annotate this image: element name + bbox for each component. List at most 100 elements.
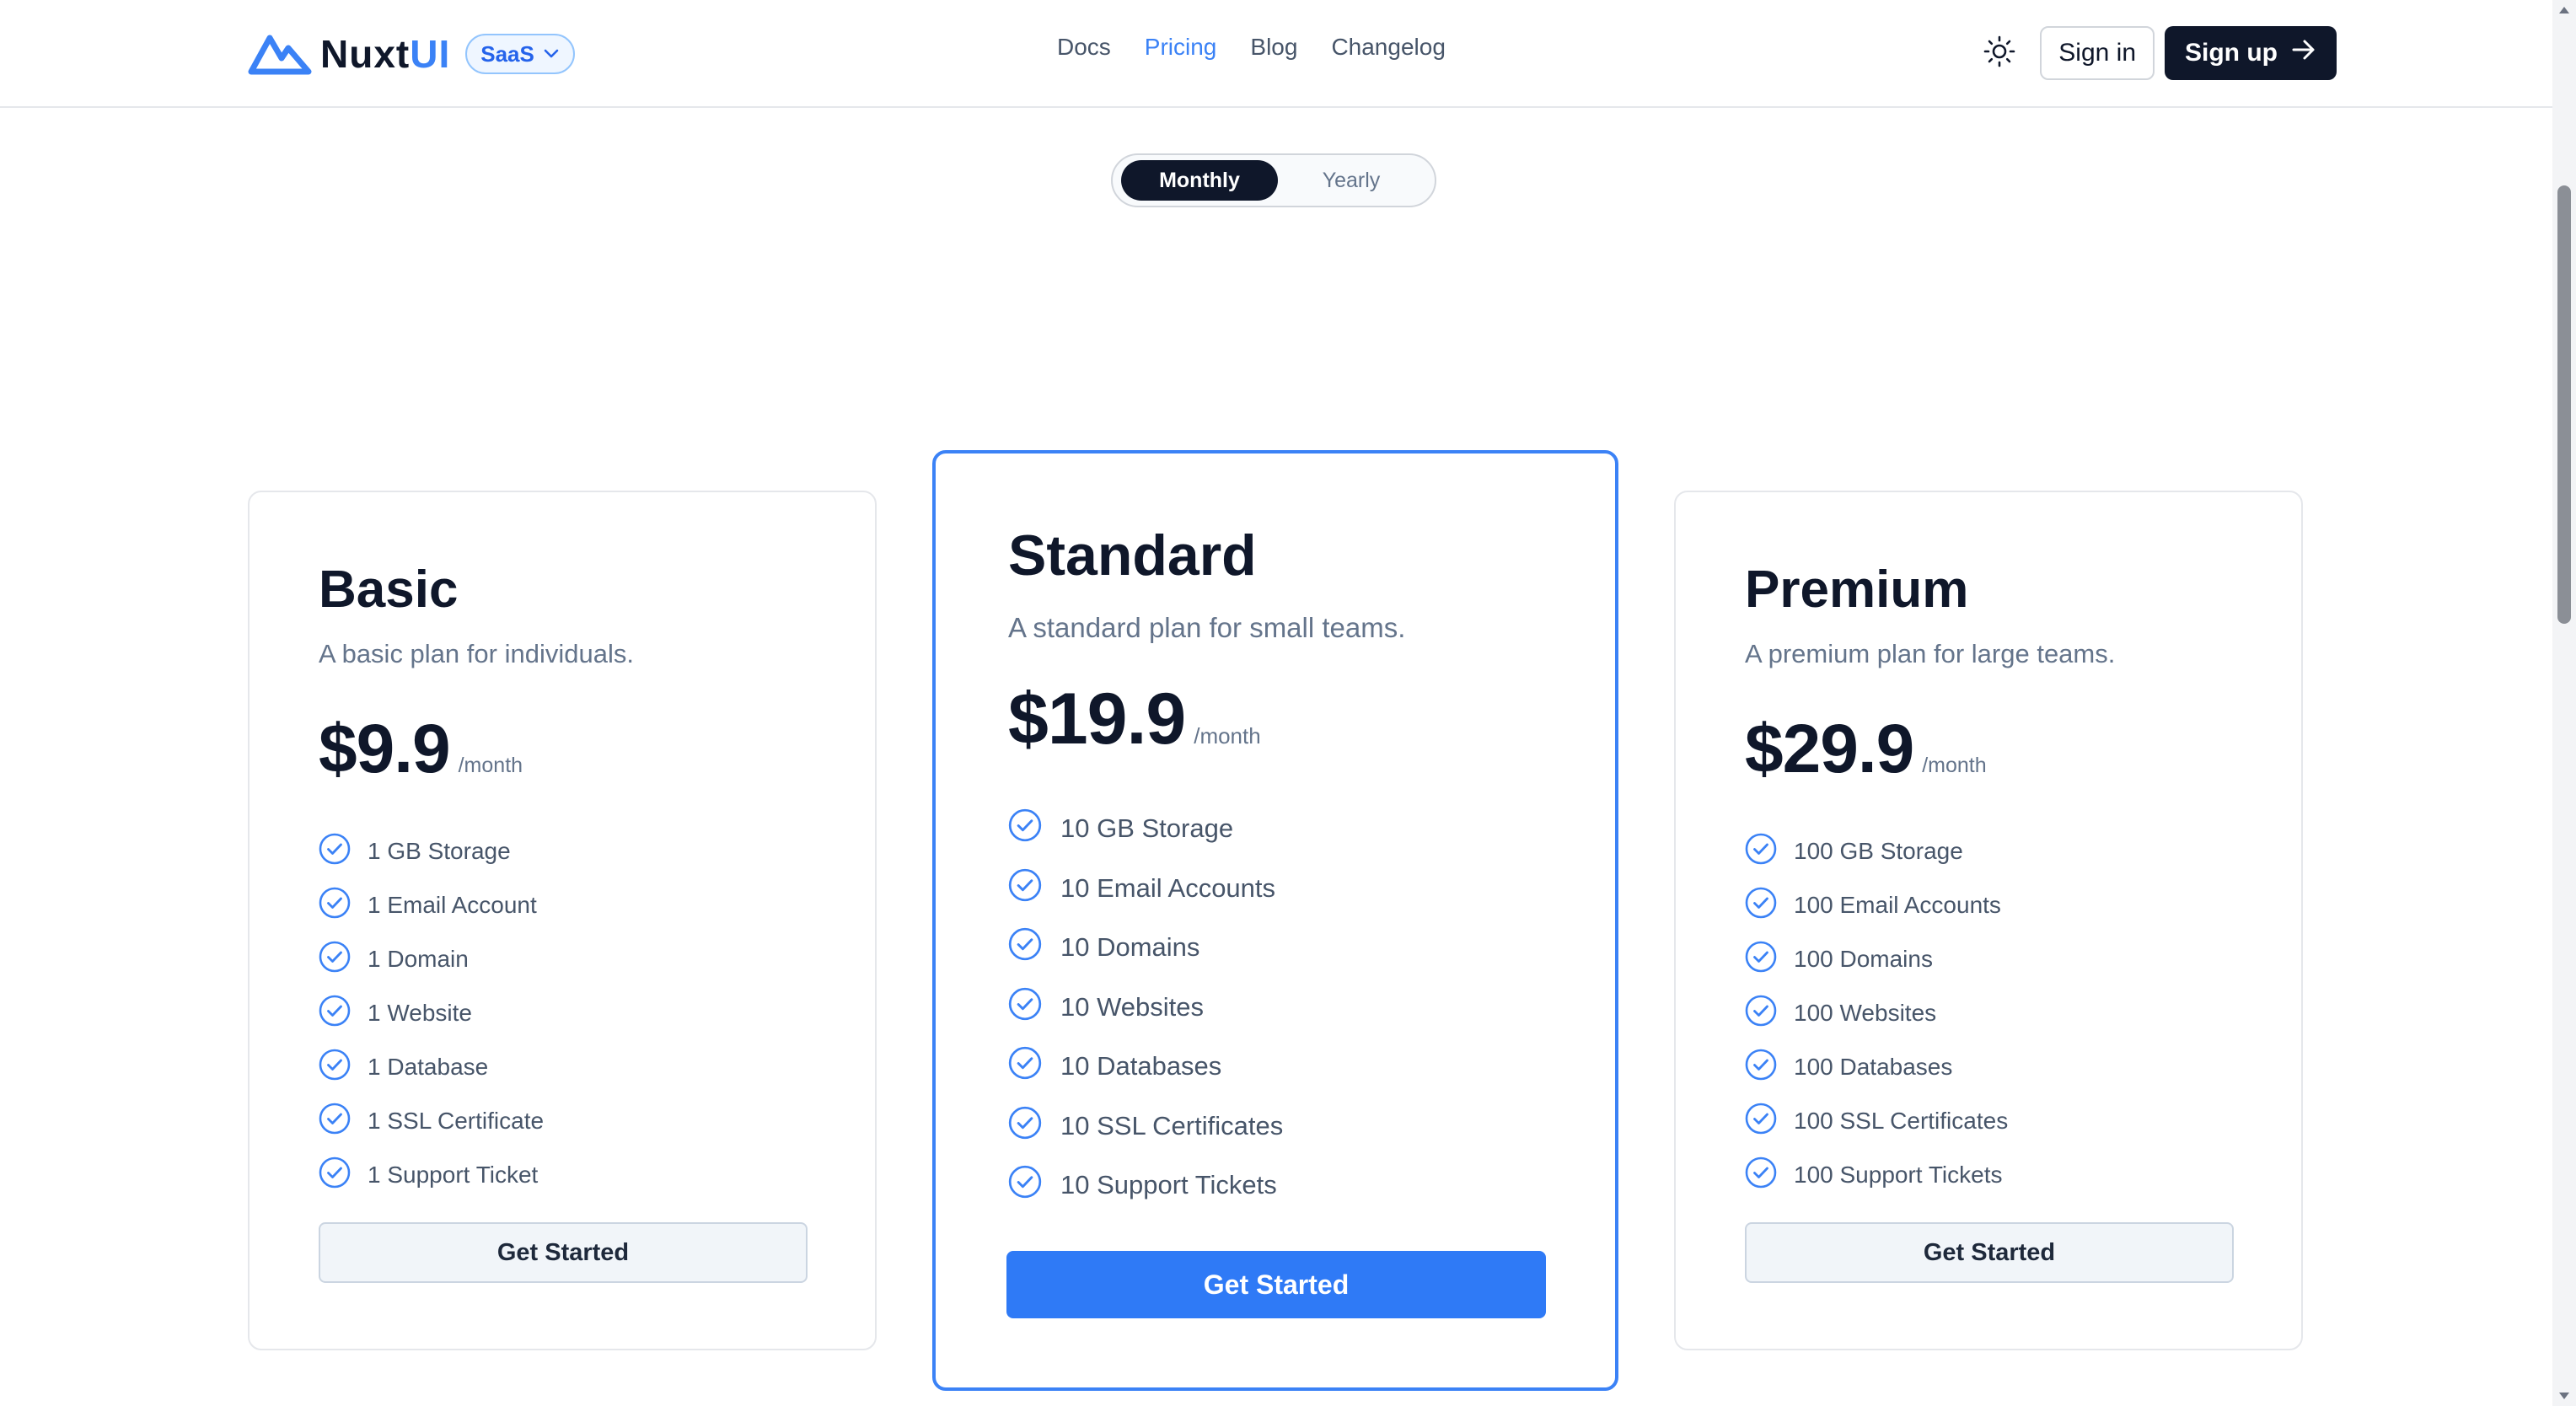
plan-price: $29.9 [1745, 711, 1914, 787]
check-circle-icon [1006, 807, 1044, 851]
feature-item: 100 Domains [1743, 932, 2008, 986]
arrow-right-icon [2291, 38, 2316, 68]
check-circle-icon [317, 1047, 352, 1088]
feature-item: 1 GB Storage [317, 824, 544, 878]
feature-item: 1 Support Ticket [317, 1148, 544, 1202]
sign-in-button[interactable]: Sign in [2040, 26, 2155, 80]
check-circle-icon [1006, 1104, 1044, 1148]
main-nav: Docs Pricing Blog Changelog [1057, 34, 1446, 61]
feature-item: 10 Websites [1006, 978, 1283, 1038]
theme-toggle-button[interactable] [1972, 26, 2026, 80]
logo-text-accent: UI [410, 32, 451, 76]
plan-name: Basic [319, 561, 459, 619]
check-circle-icon [317, 885, 352, 926]
template-badge-label: SaaS [480, 40, 534, 67]
check-circle-icon [1743, 993, 1779, 1034]
feature-label: 100 GB Storage [1794, 838, 1963, 864]
billing-option-yearly[interactable]: Yearly [1273, 160, 1430, 201]
feature-item: 10 Support Tickets [1006, 1156, 1283, 1215]
chevron-down-icon [543, 48, 560, 60]
top-navbar: NuxtUI SaaS Docs Pricing Blog Changelog [0, 0, 2552, 108]
feature-item: 100 Websites [1743, 986, 2008, 1040]
logo-mountain-icon [248, 33, 312, 75]
feature-label: 1 Email Account [368, 892, 537, 918]
check-circle-icon [1006, 1044, 1044, 1088]
header-actions: Sign in Sign up [1972, 26, 2337, 80]
template-badge[interactable]: SaaS [465, 34, 575, 74]
check-circle-icon [1743, 939, 1779, 980]
check-circle-icon [1743, 1047, 1779, 1088]
feature-label: 1 Domain [368, 946, 469, 972]
feature-label: 10 Support Tickets [1060, 1170, 1277, 1200]
pricing-page: NuxtUI SaaS Docs Pricing Blog Changelog [0, 0, 2576, 1406]
get-started-button-premium[interactable]: Get Started [1745, 1222, 2234, 1283]
check-circle-icon [1743, 885, 1779, 926]
feature-item: 100 Email Accounts [1743, 878, 2008, 932]
billing-option-monthly[interactable]: Monthly [1121, 160, 1278, 201]
get-started-button-basic[interactable]: Get Started [319, 1222, 808, 1283]
nav-link-docs[interactable]: Docs [1057, 34, 1111, 61]
feature-item: 10 Databases [1006, 1037, 1283, 1097]
logo[interactable]: NuxtUI SaaS [248, 29, 575, 79]
plan-period: /month [1194, 723, 1261, 749]
check-circle-icon [317, 831, 352, 872]
feature-label: 1 Website [368, 1000, 472, 1026]
sign-up-button[interactable]: Sign up [2165, 26, 2337, 80]
feature-label: 100 SSL Certificates [1794, 1108, 2009, 1134]
sun-icon [1983, 35, 2016, 72]
check-circle-icon [1743, 1155, 1779, 1196]
plan-price-row: $9.9 /month [319, 710, 523, 789]
feature-item: 100 SSL Certificates [1743, 1094, 2008, 1148]
page-scrollbar[interactable] [2552, 0, 2576, 1406]
plan-period: /month [1922, 754, 1987, 777]
feature-label: 10 Databases [1060, 1051, 1222, 1081]
check-circle-icon [1006, 1163, 1044, 1207]
nav-link-changelog[interactable]: Changelog [1331, 34, 1445, 61]
sign-up-label: Sign up [2185, 39, 2278, 67]
feature-item: 1 Domain [317, 932, 544, 986]
feature-label: 1 Support Ticket [368, 1162, 539, 1188]
check-circle-icon [1006, 926, 1044, 969]
feature-item: 10 GB Storage [1006, 799, 1283, 859]
billing-period-toggle: Monthly Yearly [1111, 153, 1436, 207]
feature-label: 100 Websites [1794, 1000, 1937, 1026]
sign-in-label: Sign in [2058, 39, 2137, 67]
plan-description: A basic plan for individuals. [319, 639, 634, 668]
feature-label: 100 Domains [1794, 946, 1933, 972]
get-started-button-standard[interactable]: Get Started [1006, 1251, 1546, 1318]
plan-price: $19.9 [1008, 679, 1186, 759]
plan-price-row: $29.9 /month [1745, 710, 1987, 789]
plan-description: A standard plan for small teams. [1008, 612, 1406, 643]
plan-card-premium: Premium A premium plan for large teams. … [1674, 491, 2303, 1350]
feature-item: 10 Domains [1006, 918, 1283, 978]
feature-label: 10 Domains [1060, 932, 1200, 963]
scroll-up-arrow-icon[interactable] [2559, 7, 2569, 13]
feature-label: 1 GB Storage [368, 838, 511, 864]
check-circle-icon [317, 993, 352, 1034]
check-circle-icon [317, 939, 352, 980]
feature-label: 100 Email Accounts [1794, 892, 2001, 918]
feature-label: 10 GB Storage [1060, 813, 1234, 844]
feature-item: 10 SSL Certificates [1006, 1097, 1283, 1156]
feature-item: 100 Databases [1743, 1040, 2008, 1094]
feature-item: 1 SSL Certificate [317, 1094, 544, 1148]
feature-label: 1 SSL Certificate [368, 1108, 545, 1134]
plan-name: Standard [1008, 523, 1257, 588]
feature-item: 1 Database [317, 1040, 544, 1094]
feature-label: 100 Support Tickets [1794, 1162, 2003, 1188]
plan-price: $9.9 [319, 711, 451, 787]
scroll-down-arrow-icon[interactable] [2559, 1393, 2569, 1399]
feature-item: 100 Support Tickets [1743, 1148, 2008, 1202]
check-circle-icon [1006, 985, 1044, 1029]
feature-item: 1 Website [317, 986, 544, 1040]
scrollbar-thumb[interactable] [2557, 185, 2571, 624]
feature-label: 10 Email Accounts [1060, 872, 1276, 903]
nav-link-pricing[interactable]: Pricing [1145, 34, 1217, 61]
logo-text-main: Nuxt [320, 32, 411, 76]
feature-item: 1 Email Account [317, 878, 544, 932]
check-circle-icon [1743, 1101, 1779, 1142]
nav-link-blog[interactable]: Blog [1250, 34, 1297, 61]
plan-features: 1 GB Storage 1 Email Account 1 Domain 1 … [317, 824, 544, 1202]
check-circle-icon [317, 1155, 352, 1196]
plan-features: 100 GB Storage 100 Email Accounts 100 Do… [1743, 824, 2008, 1202]
